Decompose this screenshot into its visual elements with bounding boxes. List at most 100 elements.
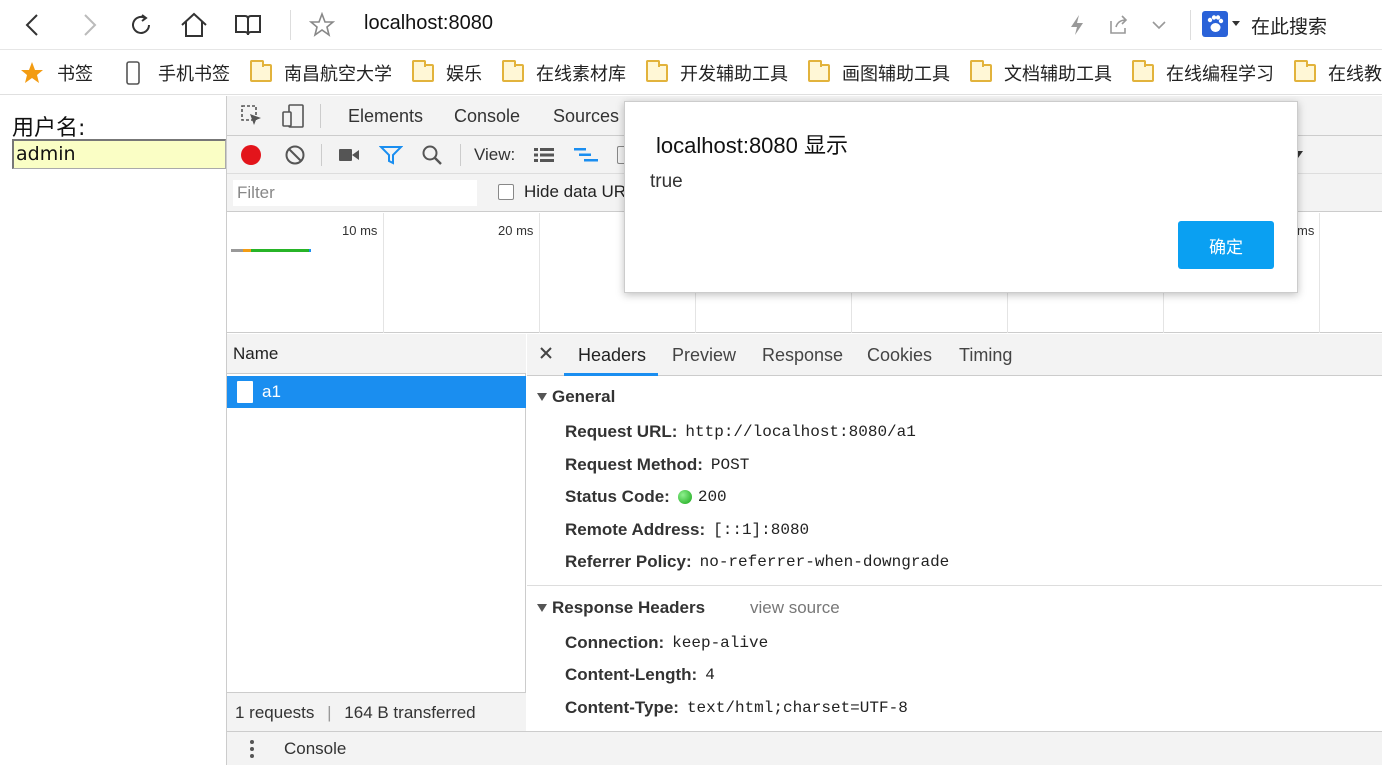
- search-button[interactable]: [421, 144, 443, 166]
- header-key: Status Code:: [565, 487, 670, 506]
- tab-headers[interactable]: Headers: [578, 345, 646, 366]
- folder-icon: [808, 60, 830, 82]
- tab-response[interactable]: Response: [762, 345, 843, 366]
- clear-button[interactable]: [284, 144, 306, 166]
- lightning-icon: [1071, 15, 1083, 35]
- bookmark-label: 书签: [57, 64, 93, 85]
- reload-button[interactable]: [124, 8, 158, 42]
- toolbar-divider: [1190, 10, 1191, 40]
- bookmark-item[interactable]: 娱乐: [412, 60, 482, 85]
- bookmark-item[interactable]: 南昌航空大学: [250, 60, 392, 85]
- drawer-tab-console[interactable]: Console: [284, 739, 346, 759]
- bookmark-item[interactable]: 在线编程学习: [1132, 60, 1274, 85]
- username-input[interactable]: admin: [12, 139, 226, 169]
- tab-console[interactable]: Console: [454, 106, 520, 127]
- bookmark-star-button[interactable]: [305, 8, 339, 42]
- tab-preview[interactable]: Preview: [672, 345, 736, 366]
- address-bar[interactable]: localhost:8080: [364, 12, 493, 35]
- details-tab-bar: Headers Preview Response Cookies Timing: [527, 334, 1382, 376]
- transferred-size: 164 B transferred: [344, 703, 476, 722]
- drawer-menu-button[interactable]: [249, 739, 255, 759]
- folder-icon: [646, 60, 668, 82]
- bookmark-item[interactable]: 文档辅助工具: [970, 60, 1112, 85]
- name-column-header[interactable]: Name: [227, 334, 526, 374]
- video-camera-icon: [339, 149, 359, 161]
- inspect-cursor-icon: [241, 105, 261, 125]
- close-details-button[interactable]: [540, 343, 552, 359]
- bookmark-item[interactable]: 在线素材库: [502, 60, 626, 85]
- book-icon: [235, 15, 261, 36]
- header-key: Connection:: [565, 633, 665, 652]
- tab-timing[interactable]: Timing: [959, 345, 1012, 366]
- timeline-bar-download: [309, 249, 311, 252]
- home-button[interactable]: [177, 8, 211, 42]
- bookmark-item[interactable]: 开发辅助工具: [646, 60, 788, 85]
- device-toolbar-button[interactable]: [281, 104, 305, 128]
- bookmark-label: 文档辅助工具: [1004, 64, 1112, 85]
- timeline-gridline: [383, 213, 384, 333]
- header-value: http://localhost:8080/a1: [685, 423, 916, 441]
- record-button[interactable]: [241, 145, 261, 165]
- header-row: Request Method: POST: [565, 455, 749, 475]
- filter-toggle-button[interactable]: [379, 145, 403, 165]
- request-name: a1: [262, 382, 281, 401]
- tab-elements[interactable]: Elements: [348, 106, 423, 127]
- header-key: Referrer Policy:: [565, 552, 692, 571]
- bookmark-label: 娱乐: [446, 64, 482, 85]
- clear-icon: [285, 145, 305, 165]
- list-view-icon: [534, 148, 554, 162]
- folder-icon: [970, 60, 992, 82]
- header-value: POST: [710, 456, 750, 474]
- section-divider: [527, 585, 1382, 586]
- back-icon: [25, 14, 38, 36]
- bookmark-label: 画图辅助工具: [842, 64, 950, 85]
- response-headers-section-toggle[interactable]: Response Headers: [537, 598, 705, 618]
- large-rows-button[interactable]: [533, 146, 555, 164]
- view-source-link[interactable]: view source: [750, 598, 840, 618]
- console-drawer: Console: [227, 731, 1382, 765]
- waterfall-icon: [574, 148, 598, 162]
- folder-icon: [412, 60, 434, 82]
- forward-button[interactable]: [72, 8, 106, 42]
- timeline-bar-waiting: [231, 249, 243, 252]
- search-input[interactable]: 在此搜索: [1251, 12, 1327, 39]
- hide-data-urls-checkbox[interactable]: [498, 184, 514, 200]
- toolbar-divider: [460, 144, 461, 166]
- bookmarks-bar: 书签 手机书签 南昌航空大学 娱乐 在线素材库 开发辅助工具 画图辅助工具 文档…: [0, 51, 1382, 95]
- star-icon: [21, 62, 43, 83]
- lightning-button[interactable]: [1060, 8, 1094, 42]
- capture-screenshots-button[interactable]: [338, 147, 360, 163]
- tab-sources[interactable]: Sources: [553, 106, 619, 127]
- tab-cookies[interactable]: Cookies: [867, 345, 932, 366]
- request-count: 1 requests: [235, 703, 315, 722]
- timeline-gridline: [539, 213, 540, 333]
- bookmark-item[interactable]: 手机书签: [126, 61, 230, 85]
- bookmark-item[interactable]: 画图辅助工具: [808, 60, 950, 85]
- back-button[interactable]: [16, 8, 50, 42]
- header-key: Request Method:: [565, 455, 703, 474]
- inspect-element-button[interactable]: [241, 105, 263, 127]
- header-value: [::1]:8080: [713, 521, 810, 539]
- filter-input[interactable]: Filter: [233, 180, 477, 206]
- general-section-toggle[interactable]: General: [537, 387, 615, 407]
- request-row[interactable]: a1: [227, 376, 526, 408]
- search-engine-caret-icon[interactable]: [1232, 21, 1240, 26]
- paw-icon: [1207, 15, 1224, 32]
- header-key: Request URL:: [565, 422, 678, 441]
- close-icon: [540, 347, 552, 359]
- share-button[interactable]: [1102, 8, 1136, 42]
- bookmark-item[interactable]: 在线教: [1294, 60, 1382, 85]
- overview-button[interactable]: [573, 146, 599, 164]
- baidu-search-engine-icon[interactable]: [1202, 11, 1228, 37]
- home-icon: [181, 12, 207, 37]
- bookmark-item[interactable]: 书签: [20, 61, 93, 85]
- dropdown-button[interactable]: [1142, 8, 1176, 42]
- header-row: Remote Address: [::1]:8080: [565, 520, 809, 540]
- folder-icon: [1132, 60, 1154, 82]
- reader-button[interactable]: [231, 8, 265, 42]
- toolbar-divider: [290, 10, 291, 40]
- forward-icon: [84, 14, 97, 36]
- tab-divider: [320, 104, 321, 128]
- bookmark-label: 在线编程学习: [1166, 64, 1274, 85]
- ok-button[interactable]: 确定: [1178, 221, 1274, 269]
